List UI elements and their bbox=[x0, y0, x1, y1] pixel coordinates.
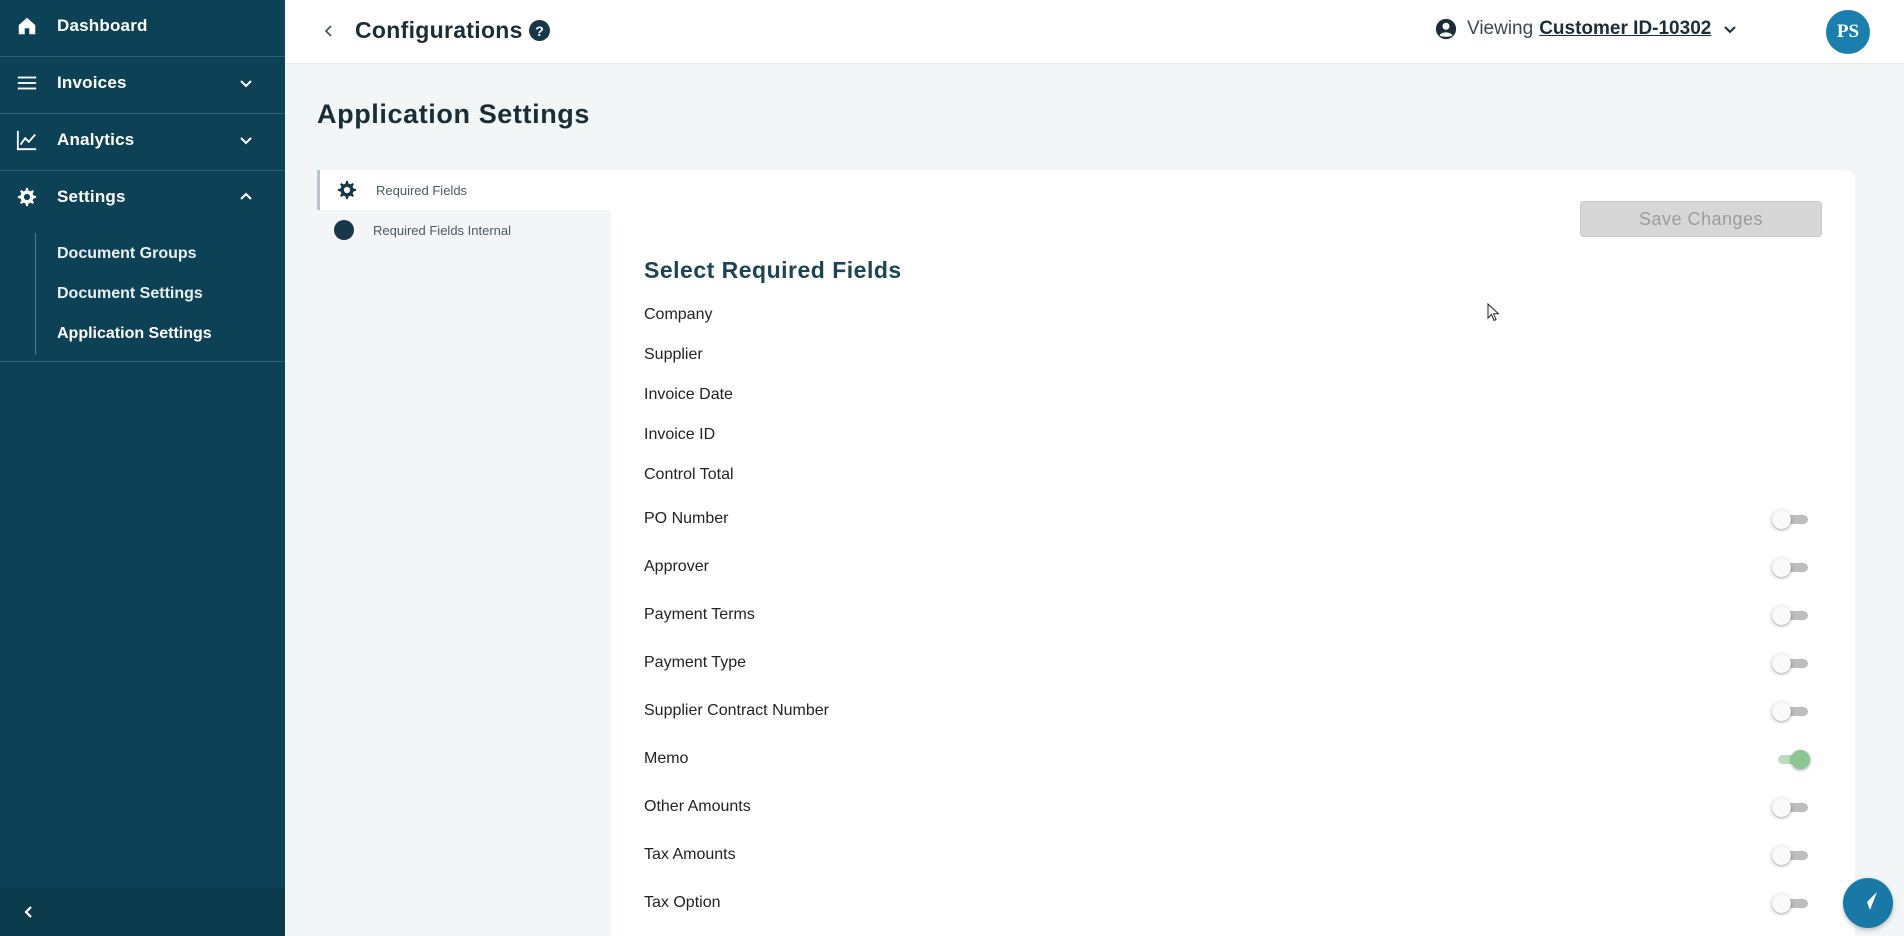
required-toggle[interactable] bbox=[1772, 557, 1812, 577]
feedback-button[interactable] bbox=[1843, 878, 1893, 928]
field-row: Memo bbox=[644, 744, 1834, 774]
chevron-down-icon[interactable] bbox=[238, 132, 254, 148]
chevron-up-icon[interactable] bbox=[238, 189, 254, 205]
avatar[interactable]: PS bbox=[1826, 10, 1870, 54]
field-label: Invoice ID bbox=[644, 426, 716, 443]
nav-dashboard-label: Dashboard bbox=[57, 16, 148, 35]
line-chart-icon bbox=[15, 128, 39, 152]
tab-required-fields-internal-label: Required Fields Internal bbox=[373, 222, 512, 238]
toggle-knob bbox=[1772, 510, 1791, 529]
field-row: Tax Amounts bbox=[644, 840, 1834, 870]
field-row: Supplier bbox=[644, 340, 1834, 370]
field-label: Tax Option bbox=[644, 894, 721, 911]
sidebar: Dashboard Invoices Analytics Settings Do… bbox=[0, 0, 285, 936]
toggle-knob bbox=[1772, 798, 1791, 817]
tab-required-fields-label: Required Fields bbox=[376, 182, 468, 198]
account-circle-icon bbox=[1435, 18, 1457, 40]
field-row: Supplier Contract Number bbox=[644, 696, 1834, 726]
tab-required-fields[interactable]: Required Fields bbox=[317, 170, 611, 210]
toggle-knob bbox=[1772, 894, 1791, 913]
top-header: Configurations ? Viewing Customer ID-103… bbox=[285, 0, 1904, 64]
field-label: Approver bbox=[644, 558, 709, 575]
field-label: Memo bbox=[644, 750, 689, 767]
toggle-knob bbox=[1772, 702, 1791, 721]
nav-analytics[interactable]: Analytics bbox=[0, 114, 285, 166]
field-label: Company bbox=[644, 306, 713, 323]
gear-icon bbox=[15, 185, 39, 209]
field-label: Supplier bbox=[644, 346, 703, 363]
chevron-down-icon[interactable] bbox=[238, 75, 254, 91]
required-toggle[interactable] bbox=[1772, 893, 1812, 913]
required-toggle[interactable] bbox=[1772, 797, 1812, 817]
back-arrow-icon[interactable] bbox=[320, 22, 338, 40]
required-toggle[interactable] bbox=[1772, 845, 1812, 865]
required-toggle[interactable] bbox=[1772, 701, 1812, 721]
required-toggle[interactable] bbox=[1772, 509, 1812, 529]
collapse-sidebar-icon[interactable] bbox=[18, 902, 38, 922]
viewing-label: Viewing bbox=[1467, 18, 1534, 39]
circle-icon bbox=[333, 219, 355, 241]
section-title: Application Settings bbox=[317, 99, 591, 129]
page-title: Configurations bbox=[355, 17, 523, 43]
chevron-down-icon[interactable] bbox=[1723, 21, 1739, 37]
nav-settings-label: Settings bbox=[57, 187, 126, 206]
required-toggle[interactable] bbox=[1772, 605, 1812, 625]
save-changes-button[interactable]: Save Changes bbox=[1580, 201, 1822, 237]
required-toggle[interactable] bbox=[1772, 653, 1812, 673]
field-row: Other Amounts bbox=[644, 792, 1834, 822]
customer-selector[interactable]: Viewing Customer ID-10302 bbox=[1435, 18, 1739, 40]
nav-invoices[interactable]: Invoices bbox=[0, 57, 285, 109]
toggle-knob bbox=[1772, 654, 1791, 673]
field-label: PO Number bbox=[644, 510, 729, 527]
field-row: Invoice Date bbox=[644, 380, 1834, 410]
field-row: Company bbox=[644, 300, 1834, 330]
toggle-knob bbox=[1772, 606, 1791, 625]
mouse-cursor-icon bbox=[1487, 303, 1500, 322]
tab-required-fields-internal[interactable]: Required Fields Internal bbox=[317, 210, 611, 250]
toggle-knob bbox=[1772, 558, 1791, 577]
divider bbox=[0, 361, 285, 362]
subnav-application-settings[interactable]: Application Settings bbox=[57, 325, 212, 343]
gear-icon bbox=[336, 179, 358, 201]
field-label: Payment Type bbox=[644, 654, 746, 671]
field-row: PO Number bbox=[644, 504, 1834, 534]
field-row: Approver bbox=[644, 552, 1834, 582]
subnav-document-groups[interactable]: Document Groups bbox=[57, 245, 197, 263]
required-toggle[interactable] bbox=[1772, 749, 1812, 769]
help-icon[interactable]: ? bbox=[529, 20, 550, 41]
sidebar-footer bbox=[0, 888, 285, 936]
menu-lines-icon bbox=[15, 71, 39, 95]
field-row: Control Total bbox=[644, 460, 1834, 490]
toggle-knob bbox=[1791, 750, 1810, 769]
field-row: Tax Option bbox=[644, 888, 1834, 918]
customer-id-link[interactable]: Customer ID-10302 bbox=[1539, 18, 1711, 40]
field-label: Control Total bbox=[644, 466, 734, 483]
field-label: Payment Terms bbox=[644, 606, 755, 623]
field-label: Supplier Contract Number bbox=[644, 702, 829, 719]
field-row: Payment Type bbox=[644, 648, 1834, 678]
nav-settings[interactable]: Settings bbox=[0, 171, 285, 223]
nav-dashboard[interactable]: Dashboard bbox=[0, 0, 285, 52]
nav-invoices-label: Invoices bbox=[57, 73, 127, 92]
home-icon bbox=[15, 14, 39, 38]
fields-heading: Select Required Fields bbox=[644, 257, 902, 283]
field-row: Payment Terms bbox=[644, 600, 1834, 630]
field-label: Other Amounts bbox=[644, 798, 751, 815]
field-label: Tax Amounts bbox=[644, 846, 736, 863]
send-icon bbox=[1856, 889, 1880, 918]
toggle-knob bbox=[1772, 846, 1791, 865]
settings-subnav: Document Groups Document Settings Applic… bbox=[35, 233, 285, 355]
subnav-document-settings[interactable]: Document Settings bbox=[57, 285, 203, 303]
field-row: Invoice ID bbox=[644, 420, 1834, 450]
field-label: Invoice Date bbox=[644, 386, 733, 403]
nav-analytics-label: Analytics bbox=[57, 130, 135, 149]
